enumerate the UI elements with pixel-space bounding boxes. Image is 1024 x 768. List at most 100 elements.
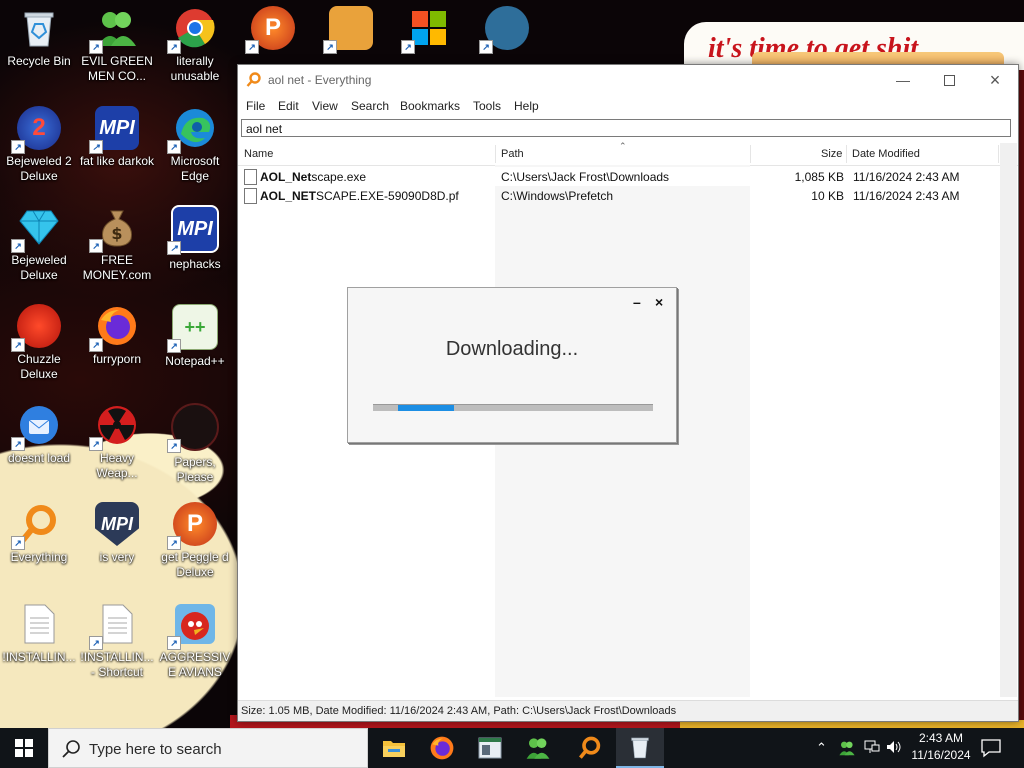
bejeweled-2-icon: 2 ↗	[11, 106, 61, 154]
column-divider[interactable]	[495, 145, 496, 163]
desktop-icon-installing[interactable]: !INSTALLIN...	[0, 602, 78, 665]
taskbar-green-men[interactable]	[514, 728, 562, 768]
mpi-icon: MPI ↗	[167, 205, 219, 255]
executable-file-icon	[244, 169, 257, 185]
money-bag-icon: $ ↗	[89, 205, 139, 253]
vertical-scrollbar[interactable]	[1000, 143, 1017, 697]
start-button[interactable]	[0, 728, 48, 768]
column-path[interactable]: Path	[501, 148, 524, 160]
desktop-icon-is-very[interactable]: MPI is very	[78, 502, 156, 565]
desktop-icon-spore[interactable]: ↗	[312, 6, 390, 54]
column-divider[interactable]	[846, 145, 847, 163]
shortcut-arrow-icon: ↗	[11, 338, 25, 352]
chevron-up-icon[interactable]: ⌃	[816, 740, 827, 756]
desktop-icon-installing-shortcut[interactable]: ↗ !INSTALLIN... - Shortcut	[78, 602, 156, 680]
desktop-icon-bejeweled-2[interactable]: 2 ↗ Bejeweled 2 Deluxe	[0, 106, 78, 184]
papers-please-icon: ↗	[167, 403, 219, 453]
clock-date[interactable]: 11/16/2024	[906, 748, 976, 762]
desktop-icon-peggle-nights[interactable]: P ↗	[234, 6, 312, 54]
everything-icon	[579, 736, 601, 759]
desktop-icon-get-peggle[interactable]: P ↗ get Peggle d Deluxe	[156, 502, 234, 580]
shortcut-arrow-icon: ↗	[167, 536, 181, 550]
diamond-icon: ↗	[11, 205, 61, 253]
desktop-icon-notepadpp[interactable]: ++ ↗ Notepad++	[156, 304, 234, 369]
desktop-icon-bejeweled-deluxe[interactable]: ↗ Bejeweled Deluxe	[0, 205, 78, 283]
desktop-icon-chuzzle[interactable]: ↗ Chuzzle Deluxe	[0, 304, 78, 382]
column-divider[interactable]	[750, 145, 751, 163]
taskbar-app-window[interactable]	[466, 728, 514, 768]
desktop-icon-hello-pack[interactable]: ↗	[390, 6, 468, 54]
column-divider[interactable]	[998, 145, 999, 163]
desktop-icon-heavy-weapon[interactable]: ↗ Heavy Weap...	[78, 403, 156, 481]
taskbar-search-box[interactable]: Type here to search	[48, 728, 368, 768]
angry-bird-icon: ↗	[167, 602, 217, 650]
text-file-icon: ↗	[89, 602, 139, 650]
desktop-icon-free-money[interactable]: $ ↗ FREE MONEY.com	[78, 205, 156, 283]
desktop-icon-everything[interactable]: ↗ Everything	[0, 502, 78, 565]
clock-time[interactable]: 2:43 AM	[910, 731, 972, 745]
taskbar-everything[interactable]	[566, 728, 614, 768]
volume-icon[interactable]	[886, 740, 902, 757]
shortcut-arrow-icon: ↗	[167, 439, 181, 453]
desktop-icon-aggressive-avians[interactable]: ↗ AGGRESSIVE AVIANS	[156, 602, 234, 680]
column-size[interactable]: Size	[821, 148, 842, 160]
file-path: C:\Users\Jack Frost\Downloads	[501, 170, 670, 184]
file-path: C:\Windows\Prefetch	[501, 189, 614, 203]
taskbar-recycle-bin[interactable]	[616, 728, 664, 768]
tray-green-men-icon[interactable]	[838, 740, 856, 759]
sort-ascending-icon: ⌃	[619, 141, 627, 151]
notepadpp-icon: ++ ↗	[167, 304, 218, 353]
notification-icon[interactable]	[980, 738, 1002, 758]
title-bar[interactable]: aol net - Everything — ×	[238, 65, 1018, 95]
desktop-icon-furryporn[interactable]: ↗ furryporn	[78, 304, 156, 367]
status-bar: Size: 1.05 MB, Date Modified: 11/16/2024…	[238, 700, 1018, 721]
taskbar-firefox[interactable]	[418, 728, 466, 768]
taskbar-file-explorer[interactable]	[370, 728, 418, 768]
desktop-icon-thunderbird[interactable]: ↗ doesnt load	[0, 403, 78, 466]
dialog-close-button[interactable]: ×	[655, 294, 663, 310]
desktop-icon-fat-like-darkok[interactable]: MPI ↗ fat like darkok	[78, 106, 156, 169]
table-row[interactable]: AOL_NETSCAPE.EXE-59090D8D.pf C:\Windows\…	[238, 186, 998, 205]
shortcut-arrow-icon: ↗	[167, 339, 181, 353]
file-name: AOL_NETSCAPE.EXE-59090D8D.pf	[260, 189, 459, 203]
column-header: Name Path ⌃ Size Date Modified	[238, 141, 1018, 166]
svg-text:$: $	[111, 224, 122, 243]
maximize-button[interactable]	[926, 65, 972, 95]
minimize-button[interactable]: —	[880, 65, 926, 95]
shortcut-arrow-icon: ↗	[11, 437, 25, 451]
menu-search[interactable]: Search	[351, 99, 389, 113]
windows-logo-icon: ↗	[401, 6, 451, 54]
peggle-icon: P ↗	[167, 502, 217, 550]
column-date-modified[interactable]: Date Modified	[852, 148, 920, 160]
dialog-minimize-button[interactable]: –	[633, 294, 641, 310]
app-window-icon	[478, 737, 502, 759]
search-placeholder: Type here to search	[89, 741, 222, 758]
menu-bookmarks[interactable]: Bookmarks	[400, 99, 460, 113]
dialog-message: Downloading...	[445, 338, 579, 360]
network-icon[interactable]	[864, 740, 880, 757]
desktop-icon-recycle-bin[interactable]: Recycle Bin	[0, 6, 78, 69]
column-name[interactable]: Name	[244, 148, 273, 160]
close-button[interactable]: ×	[972, 65, 1018, 95]
table-row[interactable]: AOL_Netscape.exe C:\Users\Jack Frost\Dow…	[238, 167, 998, 186]
menu-edit[interactable]: Edit	[278, 99, 299, 113]
shortcut-arrow-icon: ↗	[167, 140, 181, 154]
desktop-icon-nephacks[interactable]: MPI ↗ nephacks	[156, 205, 234, 272]
desktop-icon-evil-green-men[interactable]: ↗ EVIL GREEN MEN CO...	[78, 6, 156, 84]
desktop-icon-papers-please[interactable]: ↗ Papers, Please	[156, 403, 234, 485]
menu-help[interactable]: Help	[514, 99, 539, 113]
shortcut-arrow-icon: ↗	[167, 636, 181, 650]
menu-tools[interactable]: Tools	[473, 99, 501, 113]
download-dialog[interactable]: – × Downloading...	[347, 287, 677, 443]
desktop-icon-the-legend[interactable]: ↗	[468, 6, 546, 54]
file-icon	[244, 188, 257, 204]
download-progress-bar	[373, 404, 653, 411]
desktop-icon-chrome[interactable]: ↗ literally unusable	[156, 6, 234, 84]
menu-file[interactable]: File	[246, 99, 265, 113]
character-icon: ↗	[479, 6, 529, 54]
menu-bar: File Edit View Search Bookmarks Tools He…	[238, 95, 1018, 117]
desktop-icon-microsoft-edge[interactable]: ↗ Microsoft Edge	[156, 106, 234, 184]
search-input[interactable]: aol net	[241, 119, 1011, 137]
shortcut-arrow-icon: ↗	[167, 241, 181, 255]
menu-view[interactable]: View	[312, 99, 338, 113]
